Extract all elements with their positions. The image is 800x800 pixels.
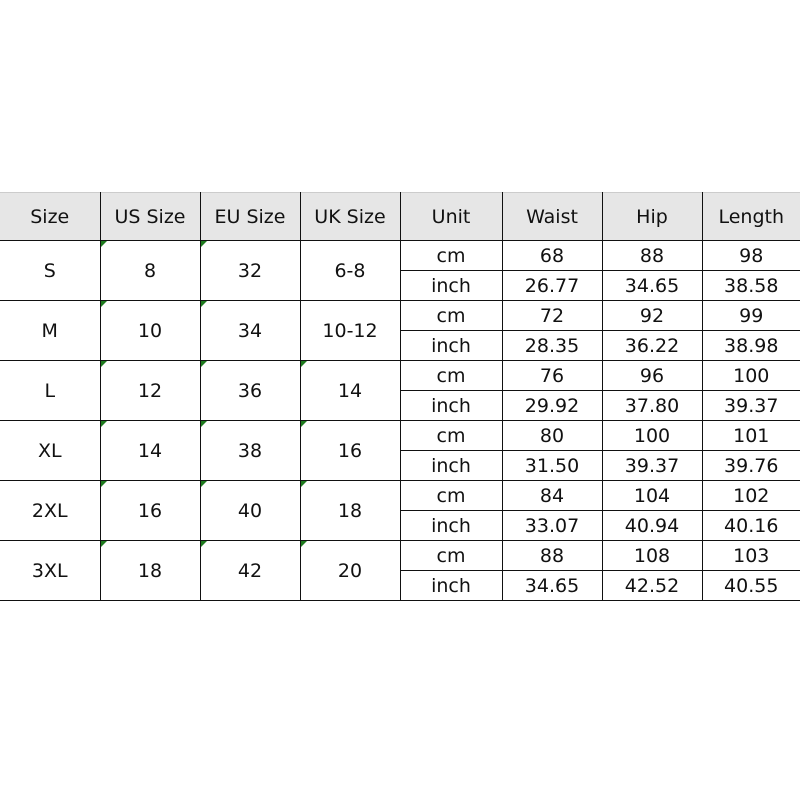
us-size-cell: 14 — [99, 420, 201, 481]
length-inch-cell: 38.58 — [701, 270, 800, 301]
uk-size-cell: 10-12 — [299, 300, 401, 361]
eu-size-cell: 38 — [199, 420, 301, 481]
size-cell: L — [0, 360, 101, 421]
length-inch-cell: 39.37 — [701, 390, 800, 421]
unit-cell: cm — [399, 360, 503, 391]
header-row: Size US Size EU Size UK Size Unit Waist Hip Len… — [0, 192, 800, 241]
hip-cm-cell: 96 — [601, 360, 703, 391]
length-cm-cell: 102 — [701, 480, 800, 511]
unit-cell: cm — [399, 420, 503, 451]
us-size-cell: 16 — [99, 480, 201, 541]
column-header-length: Length — [701, 192, 800, 241]
waist-cm-cell: 68 — [501, 240, 603, 271]
size-cell: 2XL — [0, 480, 101, 541]
waist-inch-cell: 31.50 — [501, 450, 603, 481]
table-row: S 8 32 6-8 cm 68 88 98 — [0, 240, 800, 301]
unit-cell: inch — [399, 390, 503, 421]
waist-cm-cell: 84 — [501, 480, 603, 511]
waist-inch-cell: 26.77 — [501, 270, 603, 301]
hip-cm-cell: 108 — [601, 540, 703, 571]
hip-inch-cell: 42.52 — [601, 570, 703, 601]
table-row: XL 14 38 16 cm 80 100 101 — [0, 420, 800, 481]
table-row: L 12 36 14 cm 76 96 100 — [0, 360, 800, 421]
size-cell: M — [0, 300, 101, 361]
size-cell: 3XL — [0, 540, 101, 601]
column-header-unit: Unit — [399, 192, 503, 241]
unit-cell: inch — [399, 510, 503, 541]
length-inch-cell: 39.76 — [701, 450, 800, 481]
unit-cell: inch — [399, 570, 503, 601]
eu-size-cell: 36 — [199, 360, 301, 421]
hip-cm-cell: 104 — [601, 480, 703, 511]
us-size-cell: 12 — [99, 360, 201, 421]
waist-cm-cell: 80 — [501, 420, 603, 451]
unit-cell: cm — [399, 480, 503, 511]
column-header-hip: Hip — [601, 192, 703, 241]
hip-inch-cell: 34.65 — [601, 270, 703, 301]
uk-size-cell: 14 — [299, 360, 401, 421]
eu-size-cell: 42 — [199, 540, 301, 601]
waist-cm-cell: 88 — [501, 540, 603, 571]
table-row: M 10 34 10-12 cm 72 92 99 — [0, 300, 800, 361]
eu-size-cell: 34 — [199, 300, 301, 361]
size-cell: S — [0, 240, 101, 301]
unit-cell: inch — [399, 450, 503, 481]
unit-cell: inch — [399, 330, 503, 361]
column-header-size: Size — [0, 192, 101, 241]
length-cm-cell: 100 — [701, 360, 800, 391]
column-header-eu-size: EU Size — [199, 192, 301, 241]
length-inch-cell: 40.16 — [701, 510, 800, 541]
hip-inch-cell: 37.80 — [601, 390, 703, 421]
eu-size-cell: 40 — [199, 480, 301, 541]
hip-inch-cell: 39.37 — [601, 450, 703, 481]
length-cm-cell: 98 — [701, 240, 800, 271]
eu-size-cell: 32 — [199, 240, 301, 301]
size-cell: XL — [0, 420, 101, 481]
us-size-cell: 10 — [99, 300, 201, 361]
hip-cm-cell: 100 — [601, 420, 703, 451]
uk-size-cell: 16 — [299, 420, 401, 481]
uk-size-cell: 18 — [299, 480, 401, 541]
waist-inch-cell: 28.35 — [501, 330, 603, 361]
waist-cm-cell: 76 — [501, 360, 603, 391]
us-size-cell: 18 — [99, 540, 201, 601]
waist-inch-cell: 33.07 — [501, 510, 603, 541]
column-header-us-size: US Size — [99, 192, 201, 241]
waist-cm-cell: 72 — [501, 300, 603, 331]
column-header-uk-size: UK Size — [299, 192, 401, 241]
length-inch-cell: 40.55 — [701, 570, 800, 601]
hip-inch-cell: 40.94 — [601, 510, 703, 541]
unit-cell: inch — [399, 270, 503, 301]
size-chart-table: Size US Size EU Size UK Size Unit Waist Hip Len… — [0, 192, 800, 601]
column-header-waist: Waist — [501, 192, 603, 241]
length-cm-cell: 101 — [701, 420, 800, 451]
table-row: 2XL 16 40 18 cm 84 104 102 — [0, 480, 800, 541]
unit-cell: cm — [399, 300, 503, 331]
unit-cell: cm — [399, 240, 503, 271]
hip-inch-cell: 36.22 — [601, 330, 703, 361]
waist-inch-cell: 29.92 — [501, 390, 603, 421]
length-cm-cell: 99 — [701, 300, 800, 331]
hip-cm-cell: 92 — [601, 300, 703, 331]
uk-size-cell: 6-8 — [299, 240, 401, 301]
us-size-cell: 8 — [99, 240, 201, 301]
length-inch-cell: 38.98 — [701, 330, 800, 361]
table-row: 3XL 18 42 20 cm 88 108 103 — [0, 540, 800, 601]
uk-size-cell: 20 — [299, 540, 401, 601]
length-cm-cell: 103 — [701, 540, 800, 571]
unit-cell: cm — [399, 540, 503, 571]
hip-cm-cell: 88 — [601, 240, 703, 271]
waist-inch-cell: 34.65 — [501, 570, 603, 601]
